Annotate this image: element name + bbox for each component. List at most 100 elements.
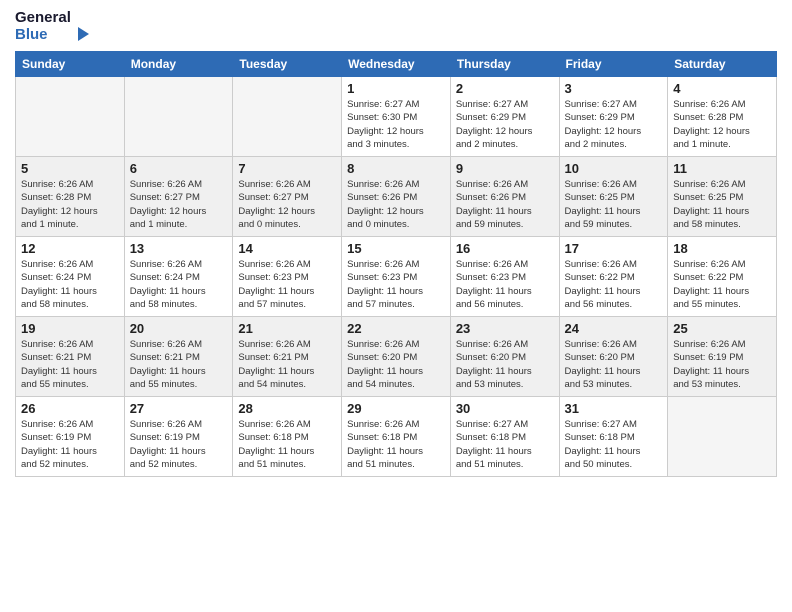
page: General Blue SundayMondayTuesdayWednesda… bbox=[0, 0, 792, 612]
day-number: 2 bbox=[456, 81, 554, 96]
calendar-cell: 18Sunrise: 6:26 AM Sunset: 6:22 PM Dayli… bbox=[668, 237, 777, 317]
logo-line1: General bbox=[15, 10, 71, 27]
calendar-cell bbox=[16, 77, 125, 157]
day-number: 30 bbox=[456, 401, 554, 416]
weekday-header-wednesday: Wednesday bbox=[342, 52, 451, 77]
day-number: 20 bbox=[130, 321, 228, 336]
day-info: Sunrise: 6:26 AM Sunset: 6:24 PM Dayligh… bbox=[21, 258, 119, 311]
week-row-3: 12 Sunrise: 6:26 AM Sunset: 6:24 PM Dayli… bbox=[16, 237, 777, 317]
day-number: 9 bbox=[456, 161, 554, 176]
day-info: Sunrise: 6:26 AM Sunset: 6:20 PM Dayligh… bbox=[347, 338, 445, 391]
calendar-cell: 12 Sunrise: 6:26 AM Sunset: 6:24 PM Dayli… bbox=[16, 237, 125, 317]
calendar-cell: 21 Sunrise: 6:26 AM Sunset: 6:21 PM Dayli… bbox=[233, 317, 342, 397]
calendar-cell: 5 Sunrise: 6:26 AM Sunset: 6:28 PM Daylig… bbox=[16, 157, 125, 237]
week-row-1: 1Sunrise: 6:27 AM Sunset: 6:30 PM Daylig… bbox=[16, 77, 777, 157]
day-number: 21 bbox=[238, 321, 336, 336]
day-number: 19 bbox=[21, 321, 119, 336]
calendar-cell: 28 Sunrise: 6:26 AM Sunset: 6:18 PM Dayli… bbox=[233, 397, 342, 477]
calendar-cell: 25 Sunrise: 6:26 AM Sunset: 6:19 PM Dayli… bbox=[668, 317, 777, 397]
day-number: 26 bbox=[21, 401, 119, 416]
weekday-header-thursday: Thursday bbox=[450, 52, 559, 77]
logo-arrow-icon bbox=[73, 25, 91, 43]
weekday-header-sunday: Sunday bbox=[16, 52, 125, 77]
day-number: 7 bbox=[238, 161, 336, 176]
calendar-cell: 30Sunrise: 6:27 AM Sunset: 6:18 PM Dayli… bbox=[450, 397, 559, 477]
day-info: Sunrise: 6:26 AM Sunset: 6:27 PM Dayligh… bbox=[238, 178, 336, 231]
day-number: 17 bbox=[565, 241, 663, 256]
calendar-cell: 11 Sunrise: 6:26 AM Sunset: 6:25 PM Dayli… bbox=[668, 157, 777, 237]
week-row-2: 5 Sunrise: 6:26 AM Sunset: 6:28 PM Daylig… bbox=[16, 157, 777, 237]
day-info: Sunrise: 6:26 AM Sunset: 6:18 PM Dayligh… bbox=[238, 418, 336, 471]
day-number: 15 bbox=[347, 241, 445, 256]
calendar-cell: 29 Sunrise: 6:26 AM Sunset: 6:18 PM Dayli… bbox=[342, 397, 451, 477]
day-number: 4 bbox=[673, 81, 771, 96]
day-number: 8 bbox=[347, 161, 445, 176]
calendar-cell: 6Sunrise: 6:26 AM Sunset: 6:27 PM Daylig… bbox=[124, 157, 233, 237]
day-info: Sunrise: 6:27 AM Sunset: 6:30 PM Dayligh… bbox=[347, 98, 445, 151]
day-number: 14 bbox=[238, 241, 336, 256]
day-number: 18 bbox=[673, 241, 771, 256]
weekday-header-tuesday: Tuesday bbox=[233, 52, 342, 77]
week-row-5: 26 Sunrise: 6:26 AM Sunset: 6:19 PM Dayli… bbox=[16, 397, 777, 477]
weekday-header-row: SundayMondayTuesdayWednesdayThursdayFrid… bbox=[16, 52, 777, 77]
calendar-cell: 2Sunrise: 6:27 AM Sunset: 6:29 PM Daylig… bbox=[450, 77, 559, 157]
day-info: Sunrise: 6:26 AM Sunset: 6:19 PM Dayligh… bbox=[673, 338, 771, 391]
calendar-cell: 10Sunrise: 6:26 AM Sunset: 6:25 PM Dayli… bbox=[559, 157, 668, 237]
calendar-cell: 19 Sunrise: 6:26 AM Sunset: 6:21 PM Dayli… bbox=[16, 317, 125, 397]
calendar-cell: 20 Sunrise: 6:26 AM Sunset: 6:21 PM Dayli… bbox=[124, 317, 233, 397]
day-number: 5 bbox=[21, 161, 119, 176]
day-info: Sunrise: 6:26 AM Sunset: 6:23 PM Dayligh… bbox=[238, 258, 336, 311]
weekday-header-friday: Friday bbox=[559, 52, 668, 77]
day-info: Sunrise: 6:26 AM Sunset: 6:24 PM Dayligh… bbox=[130, 258, 228, 311]
weekday-header-monday: Monday bbox=[124, 52, 233, 77]
calendar-cell: 4 Sunrise: 6:26 AM Sunset: 6:28 PM Daylig… bbox=[668, 77, 777, 157]
day-info: Sunrise: 6:26 AM Sunset: 6:23 PM Dayligh… bbox=[456, 258, 554, 311]
logo-line2: Blue bbox=[15, 27, 48, 44]
calendar-cell: 26Sunrise: 6:26 AM Sunset: 6:19 PM Dayli… bbox=[16, 397, 125, 477]
logo: General Blue bbox=[15, 10, 91, 43]
calendar-cell: 8 Sunrise: 6:26 AM Sunset: 6:26 PM Daylig… bbox=[342, 157, 451, 237]
calendar-cell: 16 Sunrise: 6:26 AM Sunset: 6:23 PM Dayli… bbox=[450, 237, 559, 317]
calendar-cell: 24Sunrise: 6:26 AM Sunset: 6:20 PM Dayli… bbox=[559, 317, 668, 397]
calendar-cell: 1Sunrise: 6:27 AM Sunset: 6:30 PM Daylig… bbox=[342, 77, 451, 157]
day-info: Sunrise: 6:26 AM Sunset: 6:25 PM Dayligh… bbox=[673, 178, 771, 231]
day-number: 31 bbox=[565, 401, 663, 416]
day-number: 29 bbox=[347, 401, 445, 416]
calendar-cell bbox=[233, 77, 342, 157]
day-number: 11 bbox=[673, 161, 771, 176]
day-number: 16 bbox=[456, 241, 554, 256]
day-number: 28 bbox=[238, 401, 336, 416]
day-info: Sunrise: 6:26 AM Sunset: 6:23 PM Dayligh… bbox=[347, 258, 445, 311]
day-info: Sunrise: 6:26 AM Sunset: 6:18 PM Dayligh… bbox=[347, 418, 445, 471]
week-row-4: 19 Sunrise: 6:26 AM Sunset: 6:21 PM Dayli… bbox=[16, 317, 777, 397]
calendar-table: SundayMondayTuesdayWednesdayThursdayFrid… bbox=[15, 51, 777, 477]
day-info: Sunrise: 6:26 AM Sunset: 6:26 PM Dayligh… bbox=[456, 178, 554, 231]
day-info: Sunrise: 6:26 AM Sunset: 6:28 PM Dayligh… bbox=[21, 178, 119, 231]
day-info: Sunrise: 6:26 AM Sunset: 6:21 PM Dayligh… bbox=[130, 338, 228, 391]
header: General Blue bbox=[15, 10, 777, 43]
calendar-cell: 15 Sunrise: 6:26 AM Sunset: 6:23 PM Dayli… bbox=[342, 237, 451, 317]
day-number: 23 bbox=[456, 321, 554, 336]
calendar-cell: 13 Sunrise: 6:26 AM Sunset: 6:24 PM Dayli… bbox=[124, 237, 233, 317]
calendar-cell: 9 Sunrise: 6:26 AM Sunset: 6:26 PM Daylig… bbox=[450, 157, 559, 237]
day-info: Sunrise: 6:27 AM Sunset: 6:18 PM Dayligh… bbox=[565, 418, 663, 471]
day-info: Sunrise: 6:27 AM Sunset: 6:29 PM Dayligh… bbox=[565, 98, 663, 151]
day-number: 10 bbox=[565, 161, 663, 176]
day-number: 6 bbox=[130, 161, 228, 176]
day-info: Sunrise: 6:26 AM Sunset: 6:21 PM Dayligh… bbox=[21, 338, 119, 391]
day-info: Sunrise: 6:26 AM Sunset: 6:19 PM Dayligh… bbox=[130, 418, 228, 471]
day-number: 12 bbox=[21, 241, 119, 256]
day-info: Sunrise: 6:26 AM Sunset: 6:21 PM Dayligh… bbox=[238, 338, 336, 391]
day-info: Sunrise: 6:26 AM Sunset: 6:26 PM Dayligh… bbox=[347, 178, 445, 231]
calendar-cell: 7 Sunrise: 6:26 AM Sunset: 6:27 PM Daylig… bbox=[233, 157, 342, 237]
calendar-cell: 17 Sunrise: 6:26 AM Sunset: 6:22 PM Dayli… bbox=[559, 237, 668, 317]
weekday-header-saturday: Saturday bbox=[668, 52, 777, 77]
calendar-cell: 14 Sunrise: 6:26 AM Sunset: 6:23 PM Dayli… bbox=[233, 237, 342, 317]
day-number: 3 bbox=[565, 81, 663, 96]
day-number: 13 bbox=[130, 241, 228, 256]
calendar-cell: 31 Sunrise: 6:27 AM Sunset: 6:18 PM Dayli… bbox=[559, 397, 668, 477]
day-number: 25 bbox=[673, 321, 771, 336]
day-info: Sunrise: 6:26 AM Sunset: 6:28 PM Dayligh… bbox=[673, 98, 771, 151]
day-number: 24 bbox=[565, 321, 663, 336]
day-info: Sunrise: 6:26 AM Sunset: 6:22 PM Dayligh… bbox=[565, 258, 663, 311]
